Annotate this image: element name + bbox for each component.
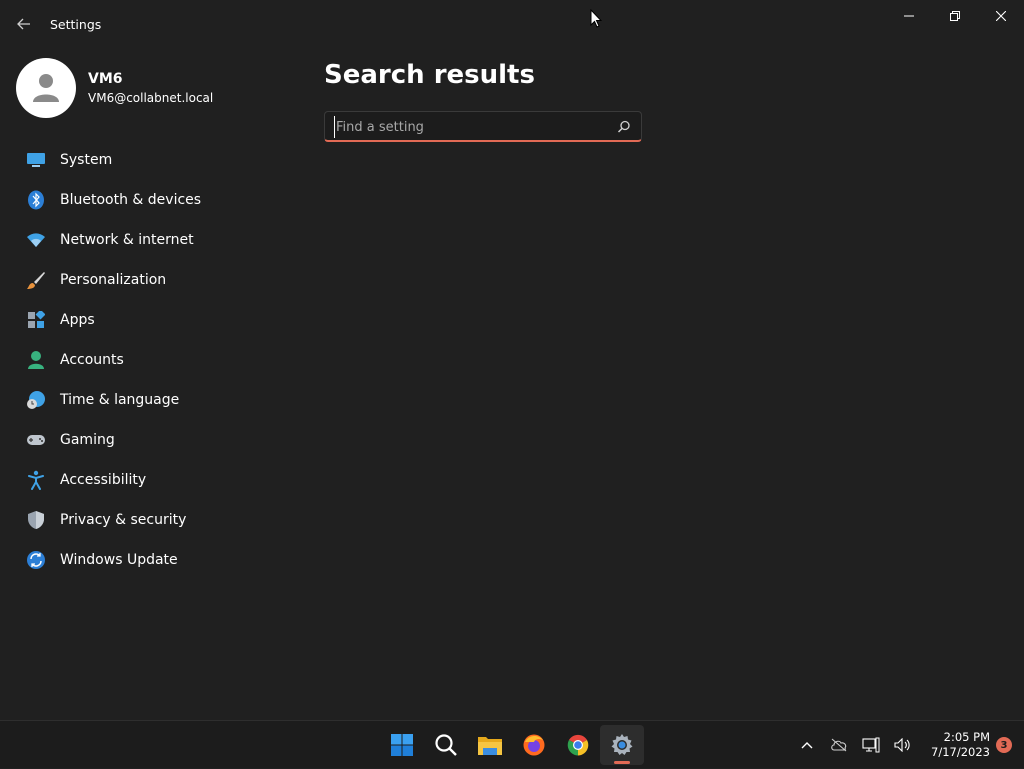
- sidebar-item-label: Bluetooth & devices: [60, 192, 202, 208]
- taskbar-search-button[interactable]: [424, 721, 468, 768]
- chevron-up-icon: [801, 742, 813, 749]
- globe-clock-icon: [26, 390, 46, 410]
- back-arrow-icon: [17, 18, 30, 30]
- user-profile[interactable]: VM6 VM6@collabnet.local: [16, 58, 213, 118]
- search-input[interactable]: [334, 116, 608, 138]
- file-explorer-icon: [478, 736, 502, 755]
- taskbar-clock[interactable]: 2:05 PM 7/17/2023: [931, 730, 990, 760]
- settings-gear-icon: [611, 734, 633, 755]
- sidebar-item-label: Gaming: [60, 432, 115, 448]
- speaker-icon: [894, 738, 910, 752]
- restore-icon: [950, 11, 960, 21]
- sidebar-item-gaming[interactable]: Gaming: [16, 422, 296, 458]
- account-icon: [26, 350, 46, 370]
- sidebar-item-label: Windows Update: [60, 552, 178, 568]
- app-title: Settings: [50, 17, 102, 32]
- sidebar-item-system[interactable]: System: [16, 142, 296, 178]
- sidebar-item-label: Time & language: [60, 392, 180, 408]
- taskbar-file-explorer[interactable]: [468, 721, 512, 768]
- shield-icon: [26, 510, 46, 530]
- sidebar-item-label: System: [60, 152, 113, 168]
- monitor-icon: [26, 150, 46, 170]
- sidebar-item-privacy-security[interactable]: Privacy & security: [16, 502, 296, 538]
- sidebar-item-accounts[interactable]: Accounts: [16, 342, 296, 378]
- title-bar: Settings: [0, 0, 1024, 48]
- taskbar-firefox[interactable]: [512, 721, 556, 768]
- cloud-offline-icon: [831, 738, 847, 752]
- page-title: Search results: [324, 60, 535, 90]
- accessibility-icon: [26, 470, 46, 490]
- network-tray-button[interactable]: [858, 732, 884, 758]
- minimize-icon: [904, 15, 914, 17]
- sidebar-item-label: Personalization: [60, 272, 167, 288]
- window-controls: [886, 0, 1024, 32]
- sidebar-item-label: Network & internet: [60, 232, 194, 248]
- taskbar-settings[interactable]: [600, 725, 644, 765]
- bluetooth-icon: [26, 190, 46, 210]
- clock-time: 2:05 PM: [943, 730, 990, 744]
- search-icon: [435, 733, 457, 756]
- search-icon[interactable]: [617, 120, 631, 134]
- sidebar-item-time-language[interactable]: Time & language: [16, 382, 296, 418]
- show-hidden-icons-button[interactable]: [794, 732, 820, 758]
- sidebar-item-accessibility[interactable]: Accessibility: [16, 462, 296, 498]
- sidebar-item-windows-update[interactable]: Windows Update: [16, 542, 296, 578]
- taskbar: 2:05 PM 7/17/2023 3: [0, 720, 1024, 768]
- settings-window: Settings VM6 VM6@collabnet.local System …: [0, 0, 1024, 720]
- profile-email: VM6@collabnet.local: [88, 91, 214, 105]
- volume-tray-button[interactable]: [890, 732, 916, 758]
- onedrive-tray-button[interactable]: [826, 732, 852, 758]
- back-button[interactable]: [14, 14, 34, 34]
- start-button[interactable]: [380, 721, 424, 768]
- taskbar-apps: [380, 721, 644, 769]
- windows-start-icon: [391, 733, 413, 756]
- sidebar-nav: System Bluetooth & devices Network & int…: [16, 142, 296, 582]
- apps-icon: [26, 310, 46, 330]
- network-wired-icon: [862, 737, 880, 753]
- person-icon: [33, 74, 59, 102]
- sidebar-item-bluetooth[interactable]: Bluetooth & devices: [16, 182, 296, 218]
- taskbar-chrome[interactable]: [556, 721, 600, 768]
- active-app-indicator: [614, 761, 630, 764]
- clock-date: 7/17/2023: [931, 745, 990, 759]
- update-icon: [26, 550, 46, 570]
- settings-search-box[interactable]: [324, 111, 642, 142]
- system-tray: 2:05 PM 7/17/2023 3: [791, 721, 1024, 769]
- mouse-cursor-icon: [590, 9, 602, 28]
- sidebar-item-label: Accessibility: [60, 472, 147, 488]
- minimize-button[interactable]: [886, 0, 932, 32]
- wifi-icon: [26, 230, 46, 250]
- notification-badge[interactable]: 3: [996, 737, 1012, 753]
- gamepad-icon: [26, 430, 46, 450]
- sidebar-item-apps[interactable]: Apps: [16, 302, 296, 338]
- firefox-icon: [523, 734, 545, 755]
- close-icon: [996, 11, 1006, 21]
- close-button[interactable]: [978, 0, 1024, 32]
- brush-icon: [26, 270, 46, 290]
- sidebar-item-personalization[interactable]: Personalization: [16, 262, 296, 298]
- sidebar-item-label: Privacy & security: [60, 512, 187, 528]
- restore-button[interactable]: [932, 0, 978, 32]
- sidebar-item-network[interactable]: Network & internet: [16, 222, 296, 258]
- avatar: [16, 58, 76, 118]
- chrome-icon: [567, 734, 589, 755]
- profile-name: VM6: [88, 71, 123, 87]
- sidebar-item-label: Accounts: [60, 352, 124, 368]
- sidebar-item-label: Apps: [60, 312, 95, 328]
